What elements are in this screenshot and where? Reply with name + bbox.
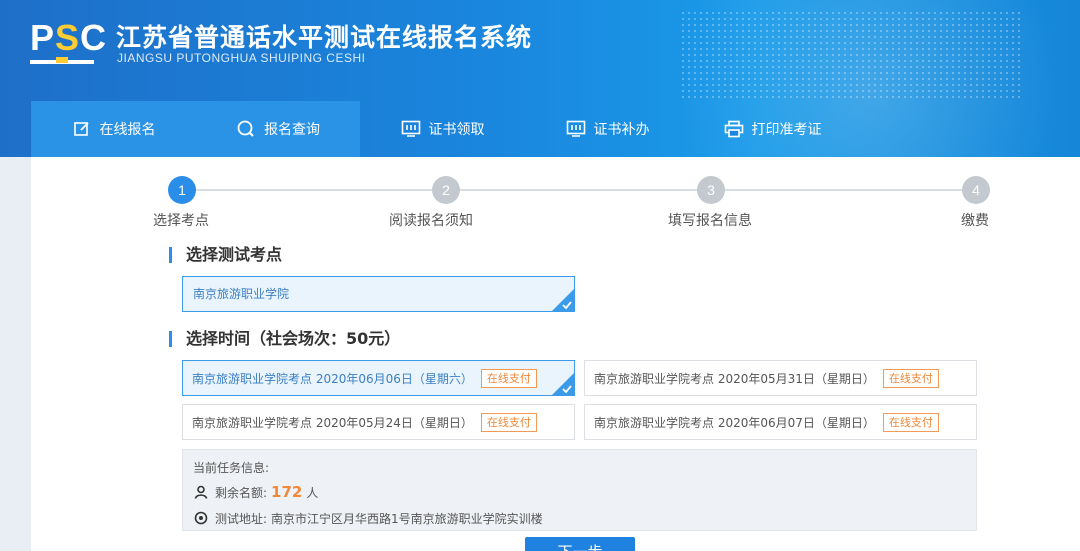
checkmark-icon xyxy=(552,289,574,311)
step-2-circle: 2 xyxy=(432,176,460,204)
section-title-site: 选择测试考点 xyxy=(169,247,282,263)
time-slot-label: 南京旅游职业学院考点 2020年06月06日（星期六） xyxy=(192,371,473,386)
step-4-circle: 4 xyxy=(962,176,990,204)
site-option-selected[interactable]: 南京旅游职业学院 xyxy=(182,276,575,312)
logo-text: PSC xyxy=(30,17,108,58)
step-4-label: 缴费 xyxy=(961,213,989,229)
step-1-label: 选择考点 xyxy=(153,213,209,229)
nav-label: 报名查询 xyxy=(264,122,320,138)
step-1-circle: 1 xyxy=(168,176,196,204)
remaining-count: 172 xyxy=(271,483,303,501)
online-payment-badge: 在线支付 xyxy=(480,368,537,388)
main-nav: 在线报名 报名查询 证书领取 证书补办 打印准考证 xyxy=(31,101,1080,157)
time-slot-option[interactable]: 南京旅游职业学院考点 2020年05月31日（星期日） 在线支付 xyxy=(584,360,977,396)
nav-certificate-collect[interactable]: 证书领取 xyxy=(360,101,525,157)
address-value: 南京市江宁区月华西路1号南京旅游职业学院实训楼 xyxy=(271,511,543,526)
system-subtitle: JIANGSU PUTONGHUA SHUIPING CESHI xyxy=(117,51,366,65)
task-info-heading: 当前任务信息: xyxy=(193,461,270,475)
online-payment-badge: 在线支付 xyxy=(882,368,939,388)
nav-certificate-reissue[interactable]: 证书补办 xyxy=(525,101,690,157)
nav-label: 在线报名 xyxy=(99,122,156,138)
test-address-row: 测试地址: 南京市江宁区月华西路1号南京旅游职业学院实训楼 xyxy=(193,508,966,528)
nav-label: 证书补办 xyxy=(593,122,650,138)
step-connector xyxy=(196,189,432,191)
nav-label: 证书领取 xyxy=(428,122,485,138)
checkmark-icon xyxy=(552,373,574,395)
remaining-unit: 人 xyxy=(306,485,319,500)
step-3-label: 填写报名信息 xyxy=(668,213,752,229)
nav-print-admission[interactable]: 打印准考证 xyxy=(690,101,855,157)
step-connector xyxy=(460,189,697,191)
step-3-circle: 3 xyxy=(697,176,725,204)
time-slot-label: 南京旅游职业学院考点 2020年06月07日（星期日） xyxy=(594,415,875,430)
certificate-icon xyxy=(566,119,586,139)
task-info-panel: 当前任务信息: 剩余名额: 172 人 测试地址: 南京市江宁区月华西路1号南京… xyxy=(182,449,977,531)
psc-logo: PSC xyxy=(30,17,108,66)
certificate-icon xyxy=(401,119,421,139)
time-slot-option[interactable]: 南京旅游职业学院考点 2020年05月24日（星期日） 在线支付 xyxy=(182,404,575,440)
online-payment-badge: 在线支付 xyxy=(882,412,939,432)
nav-registration-query[interactable]: 报名查询 xyxy=(196,101,360,157)
main-content: 1 2 3 4 选择考点 阅读报名须知 填写报名信息 缴费 选择测试考点 南京旅… xyxy=(31,157,1080,551)
online-payment-badge: 在线支付 xyxy=(480,412,537,432)
time-slot-option[interactable]: 南京旅游职业学院考点 2020年06月06日（星期六） 在线支付 xyxy=(182,360,575,396)
remaining-quota-row: 剩余名额: 172 人 xyxy=(193,482,966,502)
time-slot-label: 南京旅游职业学院考点 2020年05月31日（星期日） xyxy=(594,371,875,386)
nav-online-registration[interactable]: 在线报名 xyxy=(31,101,196,157)
nav-label: 打印准考证 xyxy=(751,122,822,138)
next-step-button[interactable]: 下一步 xyxy=(525,537,635,551)
header-banner: PSC 江苏省普通话水平测试在线报名系统 JIANGSU PUTONGHUA S… xyxy=(0,0,1080,157)
site-option-label: 南京旅游职业学院 xyxy=(193,287,290,301)
system-title: 江苏省普通话水平测试在线报名系统 xyxy=(116,23,533,52)
step-2-label: 阅读报名须知 xyxy=(389,213,473,229)
section-title-time: 选择时间（社会场次：50元） xyxy=(169,331,400,347)
time-slot-label: 南京旅游职业学院考点 2020年05月24日（星期日） xyxy=(192,415,473,430)
edit-icon xyxy=(72,119,92,139)
address-label: 测试地址: xyxy=(215,511,268,526)
progress-steps: 1 2 3 4 选择考点 阅读报名须知 填写报名信息 缴费 xyxy=(31,157,1080,237)
search-icon xyxy=(236,119,256,139)
time-slot-option[interactable]: 南京旅游职业学院考点 2020年06月07日（星期日） 在线支付 xyxy=(584,404,977,440)
map-dots-decoration xyxy=(680,10,1020,100)
remaining-label: 剩余名额: xyxy=(215,485,268,500)
printer-icon xyxy=(724,119,744,139)
logo-book-mark xyxy=(56,57,68,63)
step-connector xyxy=(725,189,962,191)
location-icon xyxy=(193,510,209,526)
user-icon xyxy=(193,484,209,500)
